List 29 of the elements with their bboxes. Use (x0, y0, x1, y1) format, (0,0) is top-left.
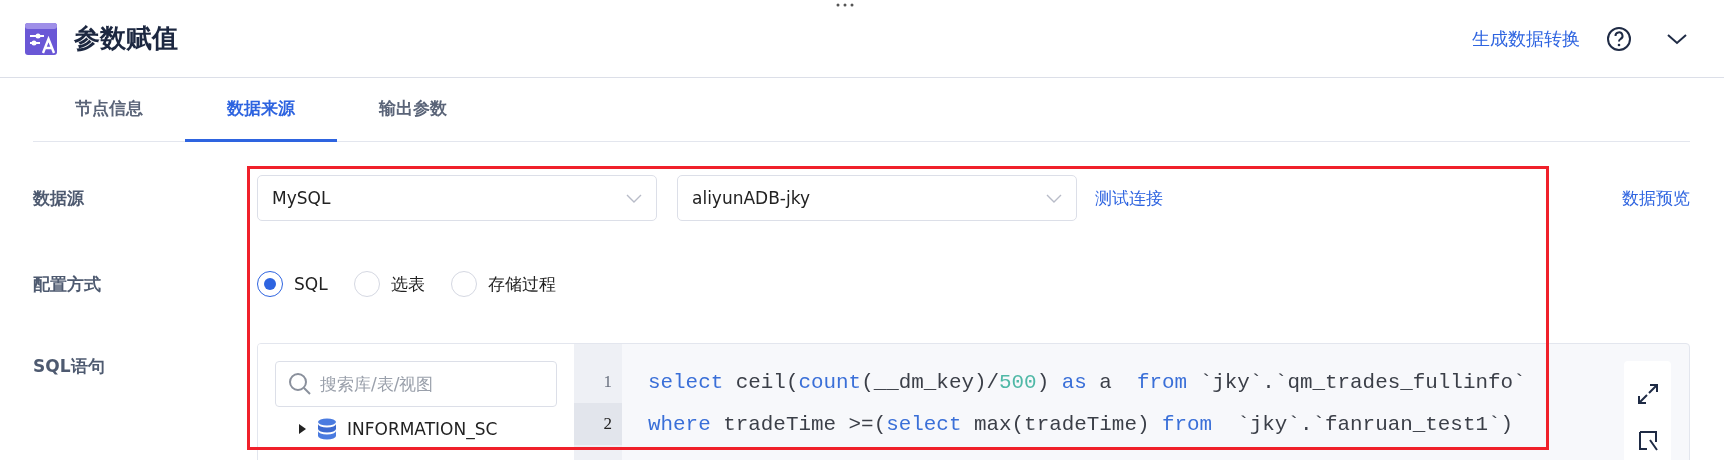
data-preview-link[interactable]: 数据预览 (1622, 186, 1690, 210)
expand-icon[interactable] (1636, 383, 1659, 405)
database-icon (317, 418, 337, 440)
code-line: where tradeTime >=(select max(tradeTime) from `jky`.`fanruan_test1`) (648, 412, 1514, 436)
drag-handle-icon[interactable] (836, 3, 854, 7)
panel-title: 参数赋值 (74, 22, 178, 55)
search-field[interactable]: 搜索库/表/视图 (275, 361, 557, 407)
tab[interactable]: 输出参数 (337, 78, 489, 142)
dropdown-caret-icon (626, 193, 642, 203)
field-label: 数据源 (33, 186, 85, 210)
code-line: select ceil(count(__dm_key)/500) as a from `jky`.`qm_trades_fullinfo` (648, 370, 1526, 394)
field-label: SQL语句 (33, 355, 106, 378)
tree-item[interactable]: INFORMATION_SC (275, 418, 557, 440)
parameter-icon (24, 21, 58, 56)
radio-option[interactable]: 选表 (353, 271, 425, 297)
collapse-chevron-icon[interactable] (1666, 32, 1688, 45)
db-type-select[interactable]: MySQL (257, 175, 657, 221)
tab[interactable]: 节点信息 (33, 78, 185, 142)
radio-option[interactable]: SQL (257, 271, 328, 297)
line-number: 2 (574, 403, 622, 445)
caret-right-icon[interactable] (297, 423, 307, 435)
help-icon[interactable] (1606, 25, 1632, 52)
test-connection-link[interactable]: 测试连接 (1095, 186, 1163, 210)
field-label: 配置方式 (33, 272, 102, 296)
connection-select[interactable]: aliyunADB-jky (677, 175, 1077, 221)
dropdown-caret-icon (1046, 193, 1062, 203)
generate-link[interactable]: 生成数据转换 (1472, 26, 1580, 51)
radio-option[interactable]: 存储过程 (450, 271, 556, 297)
tab[interactable]: 数据来源 (185, 78, 337, 142)
